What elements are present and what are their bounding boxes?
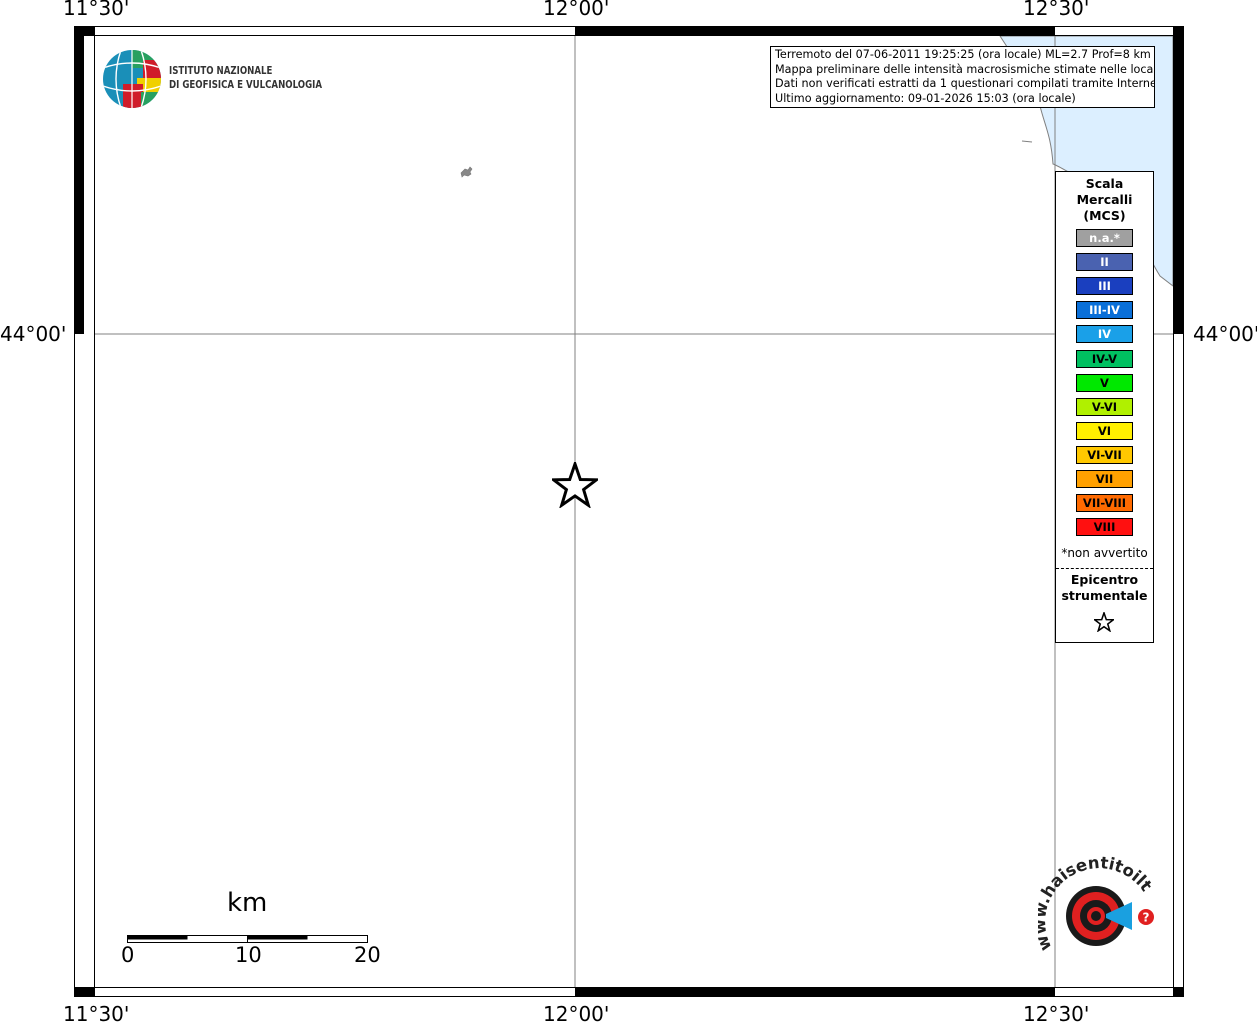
haisentito-logo[interactable]: www.haisentitoilterremoto.it ? — [1029, 841, 1162, 974]
legend-star-icon — [1092, 610, 1116, 633]
legend-swatch-vi: VI — [1076, 421, 1133, 440]
ingv-globe-icon — [103, 50, 161, 108]
frame-bar-bottom-right — [1173, 987, 1184, 997]
lon-label-bottom-1130: 11°30' — [63, 1002, 130, 1026]
info-line3: Dati non verificati estratti da 1 questi… — [775, 77, 1155, 90]
lon-label-bottom-1230: 12°30' — [1023, 1002, 1090, 1026]
scale-tick-20: 20 — [354, 943, 381, 967]
info-line2: Mappa preliminare delle intensità macros… — [775, 62, 1155, 76]
legend-separator — [1056, 568, 1153, 569]
epicenter-star-icon — [549, 459, 601, 509]
legend-swatch-iii: III — [1076, 277, 1133, 296]
legend-swatch-ii: II — [1076, 253, 1133, 272]
frame-bar-right-top — [1174, 26, 1184, 334]
lon-label-top-1130: 11°30' — [63, 0, 130, 20]
legend-swatch-n-a: n.a.* — [1076, 229, 1133, 247]
legend-swatch-v: V — [1076, 373, 1133, 392]
info-line4: Ultimo aggiornamento: 09-01-2026 15:03 (… — [775, 91, 1076, 105]
scale-bar — [127, 930, 368, 943]
scale-tick-0: 0 — [121, 943, 135, 967]
map-svg — [95, 36, 1173, 987]
frame-bar-left-top — [74, 26, 84, 334]
ingv-logo — [101, 48, 163, 110]
frame-bar-bottom-left — [74, 987, 95, 997]
legend-swatch-vii-viii: VII-VIII — [1076, 494, 1133, 513]
lon-label-bottom-1200: 12°00' — [543, 1002, 610, 1026]
legend-title-line2: Mercalli — [1076, 192, 1133, 207]
frame-bar-bottom-mid — [575, 987, 1055, 997]
lat-label-right-4400: 44°00' — [1193, 322, 1257, 346]
legend-title-line3: (MCS) — [1083, 208, 1126, 223]
legend-swatch-iii-iv: III-IV — [1076, 301, 1133, 320]
institute-line1: ISTITUTO NAZIONALE — [169, 65, 273, 77]
mcs-legend: Scala Mercalli (MCS) n.a.* II III III-IV IV I… — [1055, 171, 1154, 643]
legend-note: *non avvertito — [1061, 546, 1148, 560]
legend-epi-line1: Epicentro — [1070, 572, 1139, 587]
lat-label-left-4400: 44°00' — [0, 322, 67, 346]
legend-swatch-iv: IV — [1076, 325, 1133, 344]
institute-name: ISTITUTO NAZIONALE DI GEOFISICA E VULCAN… — [169, 64, 322, 92]
info-line1: Terremoto del 07-06-2011 19:25:25 (ora l… — [775, 48, 1151, 61]
svg-text:?: ? — [1143, 911, 1150, 925]
legend-swatch-vii: VII — [1076, 470, 1133, 488]
map-area — [95, 36, 1173, 987]
institute-line2: DI GEOFISICA E VULCANOLOGIA — [169, 79, 323, 91]
legend-swatch-viii: VIII — [1076, 518, 1133, 537]
legend-title-line1: Scala — [1085, 176, 1124, 191]
frame-bar-top-mid — [575, 26, 1055, 36]
legend-swatch-v-vi: V-VI — [1076, 397, 1133, 416]
legend-epi-line2: strumentale — [1061, 588, 1148, 603]
legend-swatch-iv-v: IV-V — [1076, 349, 1133, 368]
scale-tick-10: 10 — [235, 943, 262, 967]
lon-label-top-1230: 12°30' — [1023, 0, 1090, 20]
lon-label-top-1200: 12°00' — [543, 0, 610, 20]
coast-stub — [1021, 140, 1033, 143]
scale-unit-label: km — [227, 888, 268, 918]
legend-swatch-vi-vii: VI-VII — [1076, 445, 1133, 464]
small-territory — [460, 166, 473, 178]
haisentito-logo-svg: www.haisentitoilterremoto.it ? — [1029, 841, 1156, 954]
event-info-box: Terremoto del 07-06-2011 19:25:25 (ora l… — [770, 46, 1155, 108]
scale-bar-svg — [127, 935, 368, 943]
legend-epicenter-label: Epicentro strumentale — [1056, 572, 1153, 604]
legend-title: Scala Mercalli (MCS) — [1056, 176, 1153, 224]
